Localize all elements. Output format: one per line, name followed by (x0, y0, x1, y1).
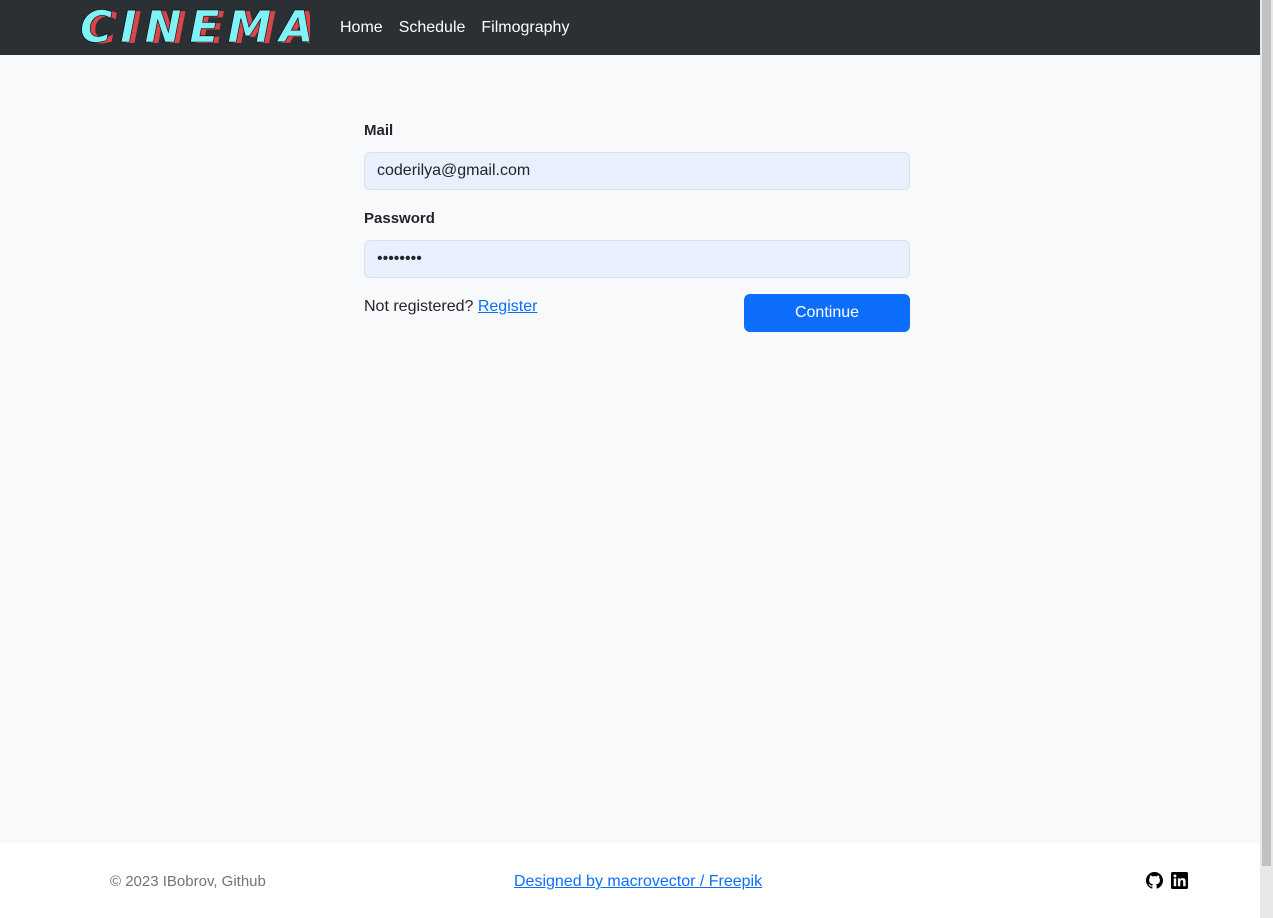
social-links (1146, 872, 1188, 889)
scrollbar[interactable] (1260, 0, 1273, 918)
register-prompt: Not registered? Register (364, 296, 537, 318)
form-footer: Not registered? Register Continue (364, 294, 910, 336)
nav-filmography-link[interactable]: Filmography (481, 19, 569, 37)
designed-by-link[interactable]: Designed by macrovector / Freepik (514, 873, 762, 891)
footer: © 2023 IBobrov, Github Designed by macro… (0, 843, 1260, 918)
linkedin-icon[interactable] (1171, 872, 1188, 889)
nav-schedule-link[interactable]: Schedule (399, 19, 466, 37)
nav-links: Home Schedule Filmography (340, 0, 585, 55)
login-form: Mail Password Not registered? Register C… (364, 120, 910, 336)
not-registered-text: Not registered? (364, 298, 474, 315)
navbar: CINEMA CINEMA Home Schedule Filmography (0, 0, 1260, 55)
register-link[interactable]: Register (478, 298, 538, 315)
logo-text: CINEMA (80, 2, 310, 50)
password-input[interactable] (364, 240, 910, 278)
mail-label: Mail (364, 122, 394, 139)
nav-home-link[interactable]: Home (340, 19, 383, 37)
copyright-text: © 2023 IBobrov, Github (110, 873, 266, 890)
password-label: Password (364, 210, 435, 227)
cinema-logo[interactable]: CINEMA CINEMA (80, 2, 310, 50)
continue-button[interactable]: Continue (744, 294, 910, 332)
github-icon[interactable] (1146, 872, 1163, 889)
scrollbar-thumb[interactable] (1262, 0, 1271, 866)
mail-input[interactable] (364, 152, 910, 190)
